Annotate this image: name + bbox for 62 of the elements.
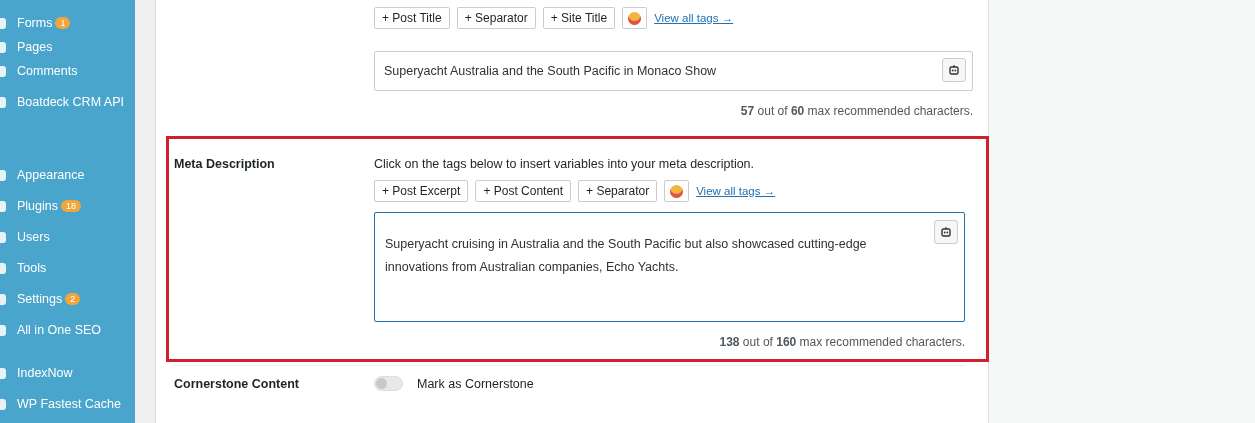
menu-label: Plugins xyxy=(17,199,58,213)
menu-label: WP Fastest Cache xyxy=(17,397,121,411)
sidebar-item[interactable]: Appearance xyxy=(0,163,135,187)
sidebar-item[interactable]: Pages xyxy=(0,35,135,59)
character-count: 138 out of 160 max recommended characters. xyxy=(718,335,965,349)
robot-button[interactable] xyxy=(942,58,966,82)
view-all-tags-link[interactable]: View all tags → xyxy=(654,12,734,24)
tag-button[interactable]: + Site Title xyxy=(542,7,616,29)
menu-label: Pages xyxy=(17,40,53,54)
menu-label: Appearance xyxy=(17,168,85,182)
tag-button[interactable]: + Separator xyxy=(456,7,536,29)
view-all-tags-link[interactable]: View all tags → xyxy=(696,185,776,197)
sidebar-item[interactable]: Forms 1 xyxy=(0,11,135,35)
emoji-button[interactable] xyxy=(664,180,690,202)
menu-icon xyxy=(0,200,6,212)
menu-label: Comments xyxy=(17,64,78,78)
menu-icon xyxy=(0,17,6,29)
sidebar-item[interactable]: Plugins 18 xyxy=(0,194,135,218)
sidebar-item[interactable]: WP Fastest Cache xyxy=(0,392,135,416)
robot-icon xyxy=(948,64,960,76)
sidebar-item[interactable]: IndexNow xyxy=(0,361,135,385)
sidebar-item[interactable]: All in One SEO xyxy=(0,318,135,342)
count-badge: 1 xyxy=(55,17,71,29)
tag-button[interactable]: + Post Content xyxy=(475,180,572,202)
menu-label: All in One SEO xyxy=(17,323,102,337)
sidebar-item[interactable]: Comments xyxy=(0,59,135,83)
menu-label: Forms xyxy=(17,16,53,30)
field-label: Meta Description xyxy=(174,157,275,171)
menu-label: Settings xyxy=(17,292,63,306)
robot-button[interactable] xyxy=(934,220,958,244)
sidebar-item[interactable]: Boatdeck CRM API xyxy=(0,90,135,114)
toggle-switch[interactable] xyxy=(374,376,403,391)
sidebar-item[interactable]: Users xyxy=(0,225,135,249)
tag-button[interactable]: + Post Excerpt xyxy=(374,180,469,202)
menu-label: Tools xyxy=(17,261,47,275)
menu-icon xyxy=(0,367,6,379)
menu-icon xyxy=(0,96,6,108)
menu-label: IndexNow xyxy=(17,366,73,380)
field-label: Cornerstone Content xyxy=(174,376,299,391)
description-textarea[interactable]: Superyacht cruising in Australia and the South Pacific but also showcased cutting-edge innovations from Australian companies, Echo Yachts. xyxy=(374,212,965,322)
hint-text: Click on the tags below to insert variables into your meta description. xyxy=(374,157,756,171)
robot-icon xyxy=(940,226,952,238)
menu-icon xyxy=(0,231,6,243)
count-badge: 18 xyxy=(61,200,81,212)
count-badge: 2 xyxy=(65,293,81,305)
menu-icon xyxy=(0,41,6,53)
tag-button[interactable]: + Separator xyxy=(578,180,658,202)
menu-icon xyxy=(0,324,6,336)
menu-icon xyxy=(0,262,6,274)
menu-icon xyxy=(0,65,6,77)
menu-label: Boatdeck CRM API xyxy=(17,95,124,109)
tag-button[interactable]: + Post Title xyxy=(374,7,450,29)
menu-icon xyxy=(0,169,6,181)
menu-label: Users xyxy=(17,230,50,244)
emoji-button[interactable] xyxy=(622,7,648,29)
menu-icon xyxy=(0,398,6,410)
toggle-label: Mark as Cornerstone xyxy=(417,376,534,391)
title-field[interactable]: Superyacht Australia and the South Pacific in Monaco Show xyxy=(374,51,973,91)
sidebar-item[interactable]: Settings 2 xyxy=(0,287,135,311)
character-count: 57 out of 60 max recommended characters. xyxy=(739,104,973,118)
menu-icon xyxy=(0,293,6,305)
sidebar-item[interactable]: Tools xyxy=(0,256,135,280)
